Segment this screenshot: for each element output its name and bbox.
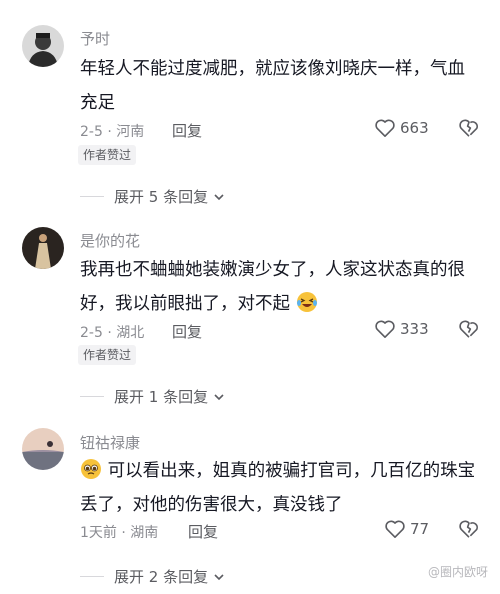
like-button[interactable]: 77 [384,519,429,539]
like-count: 663 [400,119,429,137]
expand-replies-button[interactable]: 展开 5 条回复 [80,186,226,207]
author-liked-badge: 作者赞过 [78,345,137,365]
heart-icon [375,119,395,137]
avatar[interactable] [22,25,64,67]
reply-button[interactable]: 回复 [172,120,202,141]
heart-icon [385,520,405,538]
man-portrait-avatar-icon [22,25,64,67]
divider [80,196,104,197]
expand-replies-label: 展开 1 条回复 [114,388,209,406]
chevron-down-icon [214,393,224,400]
author-liked-badge: 作者赞过 [78,145,137,165]
like-button[interactable]: 333 [374,319,429,339]
dislike-button[interactable] [458,118,480,142]
expand-replies-button[interactable]: 展开 2 条回复 [80,566,226,587]
comment-text: 年轻人不能过度减肥，就应该像刘晓庆一样，气血充足 [80,59,465,113]
avatar[interactable] [22,428,64,470]
chevron-down-icon [214,193,224,200]
comment-text-body: 可以看出来，姐真的被骗打官司，几百亿的珠宝丢了，对他的伤害很大，真没钱了 [80,461,476,515]
broken-heart-icon [459,119,478,137]
divider [80,576,104,577]
comment-text: 我再也不蛐蛐她装嫩演少女了，人家这状态真的很好，我以前眼拙了，对不起 [80,253,480,321]
expand-replies-label: 展开 5 条回复 [114,188,209,206]
comment-text: 可以看出来，姐真的被骗打官司，几百亿的珠宝丢了，对他的伤害很大，真没钱了 [80,454,480,522]
woman-in-dress-avatar-icon [22,227,64,269]
chevron-down-icon [214,573,224,580]
like-count: 77 [410,520,430,538]
pleading-face-emoji-icon [81,459,101,479]
divider [80,396,104,397]
sunset-lake-avatar-icon [22,428,64,470]
watermark: @圈内欧呀 [428,563,488,580]
laughing-crying-emoji-icon [296,292,317,312]
like-count: 333 [400,320,429,338]
broken-heart-icon [459,320,478,338]
expand-replies-button[interactable]: 展开 1 条回复 [80,386,226,407]
username[interactable]: 是你的花 [80,230,140,251]
expand-replies-label: 展开 2 条回复 [114,568,209,586]
broken-heart-icon [459,520,478,538]
comment-text-body: 我再也不蛐蛐她装嫩演少女了，人家这状态真的很好，我以前眼拙了，对不起 [80,260,465,314]
username[interactable]: 钮祜禄康 [80,432,140,453]
heart-icon [375,320,395,338]
watermark-text: @圈内欧呀 [427,565,488,579]
comment-meta: 2-5 · 湖北 [80,325,145,341]
comment-meta: 1天前 · 湖南 [80,525,159,541]
comment-meta: 2-5 · 河南 [80,124,145,140]
reply-button[interactable]: 回复 [188,521,218,542]
reply-button[interactable]: 回复 [172,321,202,342]
dislike-button[interactable] [458,519,480,543]
username[interactable]: 予时 [80,28,110,49]
like-button[interactable]: 663 [374,118,429,138]
dislike-button[interactable] [458,319,480,343]
avatar[interactable] [22,227,64,269]
